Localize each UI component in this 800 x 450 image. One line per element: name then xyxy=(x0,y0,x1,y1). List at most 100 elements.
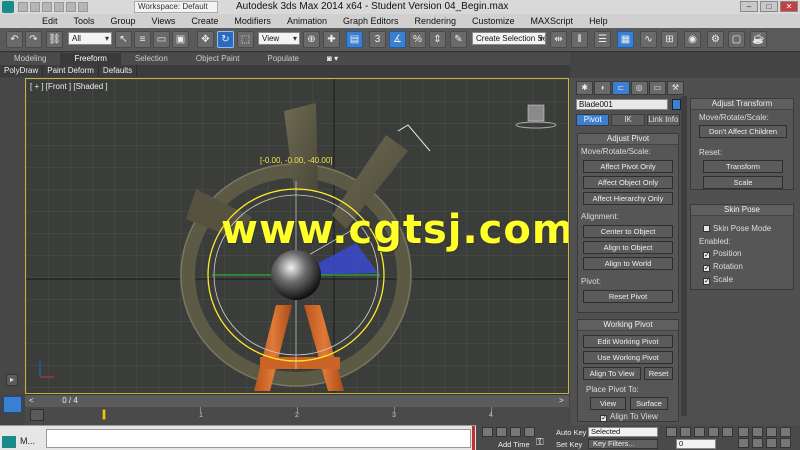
menu-edit[interactable]: Edit xyxy=(34,14,66,28)
scale-icon[interactable]: ⬚ xyxy=(237,31,254,48)
add-time-tag-button[interactable]: Add Time xyxy=(498,440,530,449)
window-crossing-icon[interactable]: ▣ xyxy=(172,31,189,48)
go-to-end-icon[interactable] xyxy=(722,427,733,437)
material-editor-icon[interactable]: ◉ xyxy=(684,31,701,48)
menu-maxscript[interactable]: MAXScript xyxy=(523,14,582,28)
rect-selection-icon[interactable]: ▭ xyxy=(153,31,170,48)
tab-link-info[interactable]: Link Info xyxy=(646,114,680,126)
curve-editor-icon[interactable]: ∿ xyxy=(640,31,657,48)
reset-transform-button[interactable]: Transform xyxy=(703,160,783,173)
field-of-view-icon[interactable] xyxy=(738,438,749,448)
play-icon[interactable] xyxy=(694,427,705,437)
keyframe-marker[interactable] xyxy=(102,409,106,420)
center-to-object-button[interactable]: Center to Object xyxy=(583,225,673,238)
workspace-dropdown[interactable]: Workspace: Default xyxy=(134,1,218,13)
minimize-button[interactable]: – xyxy=(740,1,758,12)
menu-tools[interactable]: Tools xyxy=(66,14,103,28)
absolute-mode-icon[interactable] xyxy=(524,427,535,437)
edit-named-selection-icon[interactable]: ✎ xyxy=(450,31,467,48)
prev-key-icon[interactable] xyxy=(680,427,691,437)
key-selection-dropdown[interactable]: Selected xyxy=(588,427,658,437)
save-file-icon[interactable] xyxy=(42,2,52,12)
spinner-snap-icon[interactable]: ⇕ xyxy=(429,31,446,48)
layer-manager-icon[interactable]: ☰ xyxy=(594,31,611,48)
align-icon[interactable]: ⫴ xyxy=(571,31,588,48)
select-object-icon[interactable]: ↖ xyxy=(115,31,132,48)
menu-help[interactable]: Help xyxy=(581,14,616,28)
menu-views[interactable]: Views xyxy=(144,14,184,28)
align-to-view-button[interactable]: Align To View xyxy=(583,367,641,380)
select-by-name-icon[interactable]: ≡ xyxy=(134,31,151,48)
affect-hierarchy-only-button[interactable]: Affect Hierarchy Only xyxy=(583,192,673,205)
taskbar-item[interactable]: M... xyxy=(0,434,40,450)
render-setup-icon[interactable]: ⚙ xyxy=(707,31,724,48)
ribbon-pin-icon[interactable]: ◙ ▾ xyxy=(313,53,352,65)
menu-create[interactable]: Create xyxy=(183,14,226,28)
prev-frame-arrow[interactable]: < xyxy=(29,396,34,405)
tab-modeling[interactable]: Modeling xyxy=(0,53,60,65)
zoom-icon[interactable] xyxy=(738,427,749,437)
affect-object-only-button[interactable]: Affect Object Only xyxy=(583,176,673,189)
maximize-toggle-icon[interactable] xyxy=(780,438,791,448)
align-to-view-checkbox[interactable]: ✓ Align To View xyxy=(600,412,658,422)
modify-tab-icon[interactable]: ◗ xyxy=(594,81,612,95)
skin-pose-mode-checkbox[interactable]: Skin Pose Mode xyxy=(703,224,771,233)
tab-freeform[interactable]: Freeform xyxy=(60,53,121,65)
zoom-all-icon[interactable] xyxy=(752,427,763,437)
menu-modifiers[interactable]: Modifiers xyxy=(226,14,279,28)
maximize-button[interactable]: □ xyxy=(760,1,778,12)
hierarchy-tab-icon[interactable]: ⊏ xyxy=(612,81,630,95)
reset-working-pivot-button[interactable]: Reset xyxy=(644,367,673,380)
adjust-pivot-title[interactable]: Adjust Pivot xyxy=(578,134,678,145)
track-bar[interactable]: 1 2 3 4 xyxy=(25,407,569,425)
curve-editor-mini-icon[interactable] xyxy=(30,409,44,421)
new-file-icon[interactable] xyxy=(18,2,28,12)
zoom-extents-icon[interactable] xyxy=(766,427,777,437)
reset-pivot-button[interactable]: Reset Pivot xyxy=(583,290,673,303)
mirror-icon[interactable]: ⇹ xyxy=(550,31,567,48)
front-viewport[interactable]: [ + ] [Front ] [Shaded ] [-0.00, -0.00, … xyxy=(25,78,569,394)
stand-crossbar[interactable] xyxy=(260,357,340,369)
frame-indicator[interactable]: 0 / 4 xyxy=(55,396,85,406)
tab-object-paint[interactable]: Object Paint xyxy=(182,53,254,65)
time-slider[interactable]: < 0 / 4 > xyxy=(25,394,569,407)
current-frame-field[interactable]: 0 xyxy=(676,439,716,449)
key-filters-button[interactable]: Key Filters... xyxy=(588,439,658,449)
scale-checkbox[interactable]: ✓ Scale xyxy=(703,275,733,285)
subtab-paint-deform[interactable]: Paint Deform xyxy=(43,65,99,77)
percent-snap-icon[interactable]: % xyxy=(409,31,426,48)
isolate-icon[interactable] xyxy=(496,427,507,437)
move-icon[interactable]: ✥ xyxy=(197,31,214,48)
next-key-icon[interactable] xyxy=(708,427,719,437)
key-icon[interactable]: ⚿ xyxy=(536,437,544,448)
rotate-icon[interactable]: ↻ xyxy=(217,31,234,48)
orbit-icon[interactable] xyxy=(766,438,777,448)
set-key-button[interactable]: Set Key xyxy=(556,440,582,449)
next-frame-arrow[interactable]: > xyxy=(559,396,564,405)
rotation-checkbox[interactable]: ✓ Rotation xyxy=(703,262,743,272)
adjust-transform-title[interactable]: Adjust Transform xyxy=(691,99,793,110)
place-pivot-view-button[interactable]: View xyxy=(590,397,626,410)
menu-customize[interactable]: Customize xyxy=(464,14,523,28)
app-logo-icon[interactable] xyxy=(2,1,14,13)
place-pivot-surface-button[interactable]: Surface xyxy=(630,397,668,410)
tab-populate[interactable]: Populate xyxy=(253,53,313,65)
working-pivot-title[interactable]: Working Pivot xyxy=(578,320,678,331)
ribbon-toggle-icon[interactable]: ▦ xyxy=(617,31,634,48)
command-panel-scrollbar[interactable] xyxy=(681,96,687,416)
tab-pivot[interactable]: Pivot xyxy=(576,114,610,126)
object-name-field[interactable]: Blade001 xyxy=(576,99,668,110)
close-button[interactable]: ✕ xyxy=(780,1,798,12)
project-folder-icon[interactable] xyxy=(78,2,88,12)
redo-icon[interactable] xyxy=(66,2,76,12)
menu-rendering[interactable]: Rendering xyxy=(407,14,465,28)
undo-icon[interactable]: ↶ xyxy=(6,31,23,48)
edit-working-pivot-button[interactable]: Edit Working Pivot xyxy=(583,335,673,348)
open-file-icon[interactable] xyxy=(30,2,40,12)
prompt-line[interactable] xyxy=(46,429,471,448)
go-to-start-icon[interactable] xyxy=(666,427,677,437)
align-to-world-button[interactable]: Align to World xyxy=(583,257,673,270)
maxscript-listener-icon[interactable] xyxy=(3,396,22,413)
pivot-sphere[interactable] xyxy=(271,250,321,300)
lock-selection-icon[interactable] xyxy=(482,427,493,437)
